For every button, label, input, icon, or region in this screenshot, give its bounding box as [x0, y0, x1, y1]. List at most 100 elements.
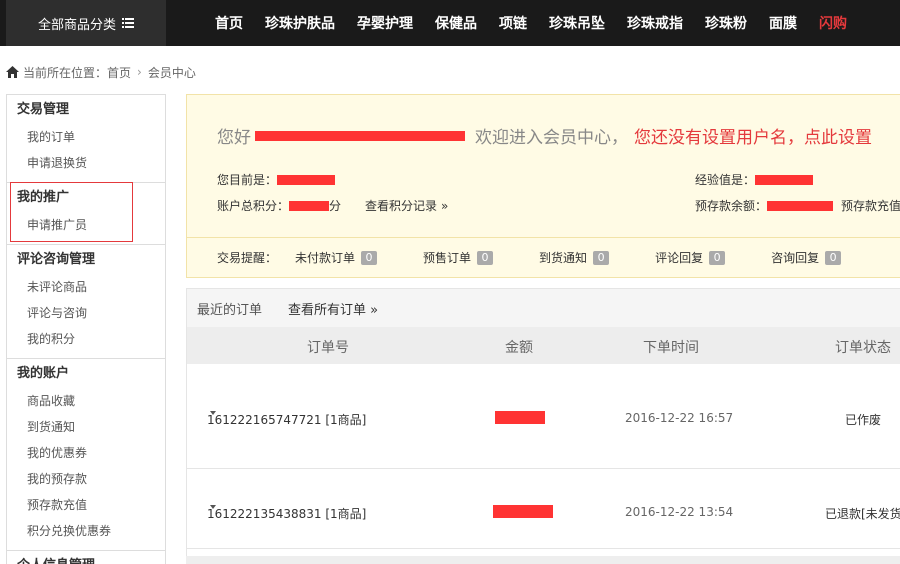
nav-pendant[interactable]: 珍珠吊坠: [549, 13, 605, 33]
order-id: 161222135438831 [1商品]: [207, 507, 367, 521]
table-row: 161222165747721 [1商品] 2016-12-22 16:57 已…: [187, 364, 900, 469]
set-username-link[interactable]: 您还没有设置用户名，点此设置: [634, 123, 872, 148]
reminder-label: 到货通知: [539, 251, 588, 265]
column-order-id: 订单号: [307, 340, 349, 356]
member-level-row: 您目前是：: [217, 171, 336, 188]
view-all-orders-label: 查看所有订单: [288, 302, 367, 318]
reminder-presale[interactable]: 预售订单 0: [423, 249, 494, 266]
order-status: 已退款[未发货: [825, 507, 900, 521]
sidebar-item-arrival-notice[interactable]: 到货通知: [7, 414, 165, 440]
redacted-amount: [495, 411, 545, 424]
breadcrumb-prefix: 当前所在位置：: [23, 65, 108, 80]
sidebar-group-transactions: 交易管理 我的订单 申请退换货: [7, 96, 165, 183]
breadcrumb-separator-icon: ›: [137, 65, 142, 79]
nav-mask[interactable]: 面膜: [769, 13, 797, 33]
count-badge: 0: [477, 250, 494, 265]
column-order-time: 下单时间: [643, 340, 699, 356]
deposit-topup-link[interactable]: 预存款充值: [841, 197, 900, 214]
order-time: 2016-12-22 16:57: [625, 411, 734, 425]
nav-pearl-skincare[interactable]: 珍珠护肤品: [265, 13, 335, 33]
sidebar-item-my-orders[interactable]: 我的订单: [7, 124, 165, 150]
column-order-status: 订单状态: [835, 340, 891, 356]
breadcrumb: 当前所在位置： 首页 › 会员中心: [6, 63, 196, 81]
nav-ring[interactable]: 珍珠戒指: [627, 13, 683, 33]
redacted-level: [277, 174, 336, 185]
list-icon: [122, 18, 134, 28]
sidebar-item-deposit[interactable]: 我的预存款: [7, 466, 165, 492]
nav-flash-sale[interactable]: 闪购: [819, 13, 847, 33]
points-row: 账户总积分： 分 查看积分记录 »: [217, 197, 448, 214]
redacted-amount: [493, 505, 553, 518]
nav-necklace[interactable]: 项链: [499, 13, 527, 33]
sidebar-group-promotion: 我的推广 申请推广员: [7, 184, 165, 245]
sidebar-item-returns[interactable]: 申请退换货: [7, 150, 165, 176]
greeting-line: 您好 欢迎进入会员中心， 您还没有设置用户名，点此设置: [217, 123, 872, 148]
sidebar-item-apply-promoter[interactable]: 申请推广员: [7, 212, 165, 238]
reminders-label: 交易提醒：: [217, 251, 278, 265]
nav-health[interactable]: 保健品: [435, 13, 477, 33]
sidebar-group-reviews: 评论咨询管理 未评论商品 评论与咨询 我的积分: [7, 246, 165, 359]
reminder-review-reply[interactable]: 评论回复 0: [655, 249, 726, 266]
breadcrumb-home[interactable]: 首页: [107, 64, 131, 81]
caret-down-icon: [210, 411, 216, 415]
reminder-label: 预售订单: [423, 251, 472, 265]
redacted-points: [289, 200, 330, 211]
all-categories-label: 全部商品分类: [37, 17, 116, 33]
sidebar-group-account: 我的账户 商品收藏 到货通知 我的优惠券 我的预存款 预存款充值 积分兑换优惠券: [7, 360, 165, 551]
sidebar-group-title: 我的推广: [17, 190, 70, 205]
reminder-label: 咨询回复: [771, 251, 820, 265]
double-chevron-right-icon: »: [441, 198, 449, 213]
experience-row: 经验值是：: [695, 171, 814, 188]
count-badge: 0: [361, 250, 378, 265]
reminder-unpaid[interactable]: 未付款订单 0: [295, 249, 378, 266]
redacted-username: [255, 130, 465, 141]
top-navbar: 全部商品分类 首页 珍珠护肤品 孕婴护理 保健品 项链 珍珠吊坠 珍珠戒指 珍珠…: [0, 0, 900, 46]
reminder-inquiry-reply[interactable]: 咨询回复 0: [771, 249, 842, 266]
sidebar-group-profile: 个人信息管理: [7, 552, 165, 564]
sidebar-item-my-points[interactable]: 我的积分: [7, 326, 165, 352]
points-suffix: 分: [329, 199, 342, 213]
reminder-label: 未付款订单: [295, 251, 356, 265]
sidebar-item-coupons[interactable]: 我的优惠券: [7, 440, 165, 466]
greeting-suffix: 欢迎进入会员中心，: [475, 128, 628, 148]
count-badge: 0: [593, 250, 610, 265]
breadcrumb-current: 会员中心: [147, 65, 196, 80]
transaction-reminders: 交易提醒： 未付款订单 0 预售订单 0 到货通知 0 评论回复 0 咨询回复 …: [187, 237, 900, 277]
column-amount: 金额: [505, 340, 533, 356]
sidebar-group-title: 我的账户: [17, 366, 70, 381]
member-level-label: 您目前是：: [217, 173, 278, 187]
all-categories-button[interactable]: 全部商品分类: [6, 0, 166, 46]
points-label: 账户总积分：: [217, 199, 290, 213]
view-all-orders-link[interactable]: 查看所有订单 »: [288, 299, 378, 318]
deposit-row: 预存款余额： 预存款充值: [695, 197, 900, 214]
redacted-experience: [755, 174, 814, 185]
reminder-arrival[interactable]: 到货通知 0: [539, 249, 610, 266]
nav-baby-care[interactable]: 孕婴护理: [357, 13, 413, 33]
nav-home[interactable]: 首页: [215, 13, 243, 33]
sidebar-item-points-exchange[interactable]: 积分兑换优惠券: [7, 518, 165, 544]
recent-orders-panel: 最近的订单 查看所有订单 » 订单号 金额 下单时间 订单状态 16122216…: [186, 288, 900, 564]
next-panel-edge: [186, 556, 900, 564]
order-id: 161222165747721 [1商品]: [207, 413, 367, 427]
deposit-label: 预存款余额：: [695, 199, 768, 213]
sidebar-item-reviews-inquiries[interactable]: 评论与咨询: [7, 300, 165, 326]
orders-title: 最近的订单: [197, 302, 263, 318]
welcome-panel: 您好 欢迎进入会员中心， 您还没有设置用户名，点此设置 您目前是： 账户总积分：…: [186, 94, 900, 278]
order-status: 已作废: [845, 413, 882, 427]
member-sidebar: 交易管理 我的订单 申请退换货 我的推广 申请推广员 评论咨询管理 未评论商品 …: [6, 94, 166, 564]
table-row: 161222135438831 [1商品] 2016-12-22 13:54 已…: [187, 469, 900, 549]
main-nav: 首页 珍珠护肤品 孕婴护理 保健品 项链 珍珠吊坠 珍珠戒指 珍珠粉 面膜 闪购: [204, 0, 858, 46]
sidebar-group-title: 交易管理: [17, 102, 70, 117]
count-badge: 0: [825, 250, 842, 265]
sidebar-item-deposit-topup[interactable]: 预存款充值: [7, 492, 165, 518]
greeting-prefix: 您好: [217, 128, 251, 148]
sidebar-item-unreviewed[interactable]: 未评论商品: [7, 274, 165, 300]
orders-column-headers: 订单号 金额 下单时间 订单状态: [187, 327, 900, 364]
caret-down-icon: [210, 505, 216, 509]
sidebar-group-title: 评论咨询管理: [17, 252, 96, 267]
count-badge: 0: [709, 250, 726, 265]
sidebar-item-favorites[interactable]: 商品收藏: [7, 388, 165, 414]
nav-pearl-powder[interactable]: 珍珠粉: [705, 13, 747, 33]
points-history-link[interactable]: 查看积分记录: [365, 197, 437, 214]
order-time: 2016-12-22 13:54: [625, 505, 734, 519]
